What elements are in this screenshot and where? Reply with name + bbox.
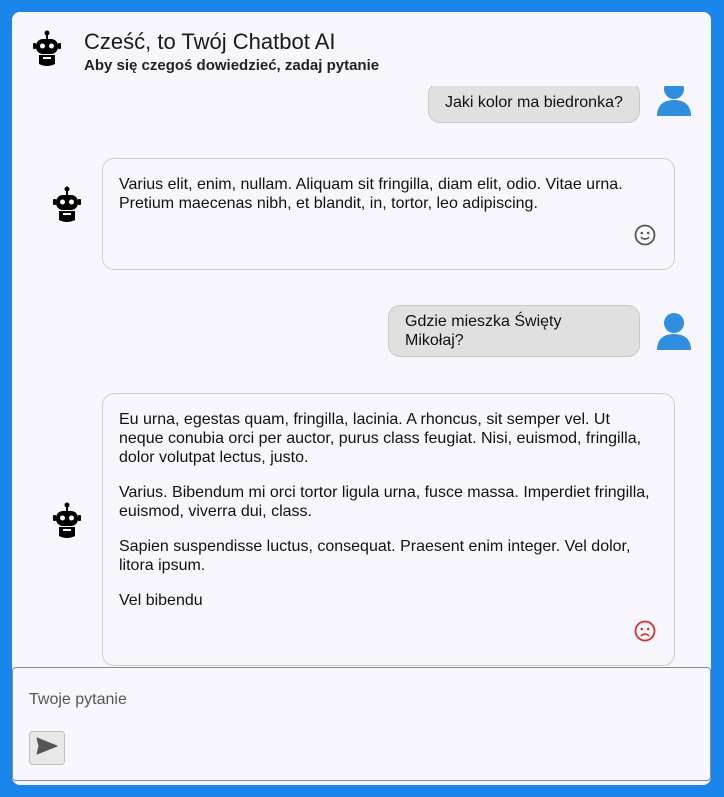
message-composer (12, 667, 711, 781)
send-icon (36, 737, 58, 760)
question-input[interactable] (29, 688, 669, 712)
page-subtitle: Aby się czegoś dowiedzieć, zadaj pytanie (84, 57, 380, 74)
neutral-face-icon[interactable] (634, 224, 656, 251)
user-message: Jaki kolor ma biedronka? (428, 82, 640, 123)
bot-message: Eu urna, egestas quam, fringilla, lacini… (102, 393, 675, 666)
user-message: Gdzie mieszka Święty Mikołaj? (388, 305, 640, 357)
user-avatar-icon (655, 312, 693, 357)
send-button[interactable] (29, 731, 65, 765)
chat-header: Cześć, to Twój Chatbot AI Aby się czegoś… (12, 12, 711, 86)
page-title: Cześć, to Twój Chatbot AI (84, 29, 336, 54)
bot-message: Varius elit, enim, nullam. Aliquam sit f… (102, 158, 675, 270)
bot-avatar-icon (52, 502, 82, 545)
bot-message-paragraph: Eu urna, egestas quam, fringilla, lacini… (119, 411, 642, 466)
bot-message-paragraph: Varius. Bibendum mi orci tortor ligula u… (119, 484, 650, 520)
user-message-text: Gdzie mieszka Święty Mikołaj? (405, 313, 562, 349)
chat-window: Jaki kolor ma biedronka? Varius elit, en… (12, 12, 711, 785)
bot-message-paragraph: Sapien suspendisse luctus, consequat. Pr… (119, 538, 631, 574)
bot-avatar-icon (52, 186, 82, 229)
sad-face-icon[interactable] (634, 620, 656, 647)
user-message-text: Jaki kolor ma biedronka? (445, 94, 623, 111)
bot-message-text: Varius elit, enim, nullam. Aliquam sit f… (119, 176, 623, 212)
robot-icon (32, 30, 62, 73)
bot-message-paragraph: Vel bibendu (119, 592, 203, 609)
chat-history: Jaki kolor ma biedronka? Varius elit, en… (12, 12, 711, 667)
